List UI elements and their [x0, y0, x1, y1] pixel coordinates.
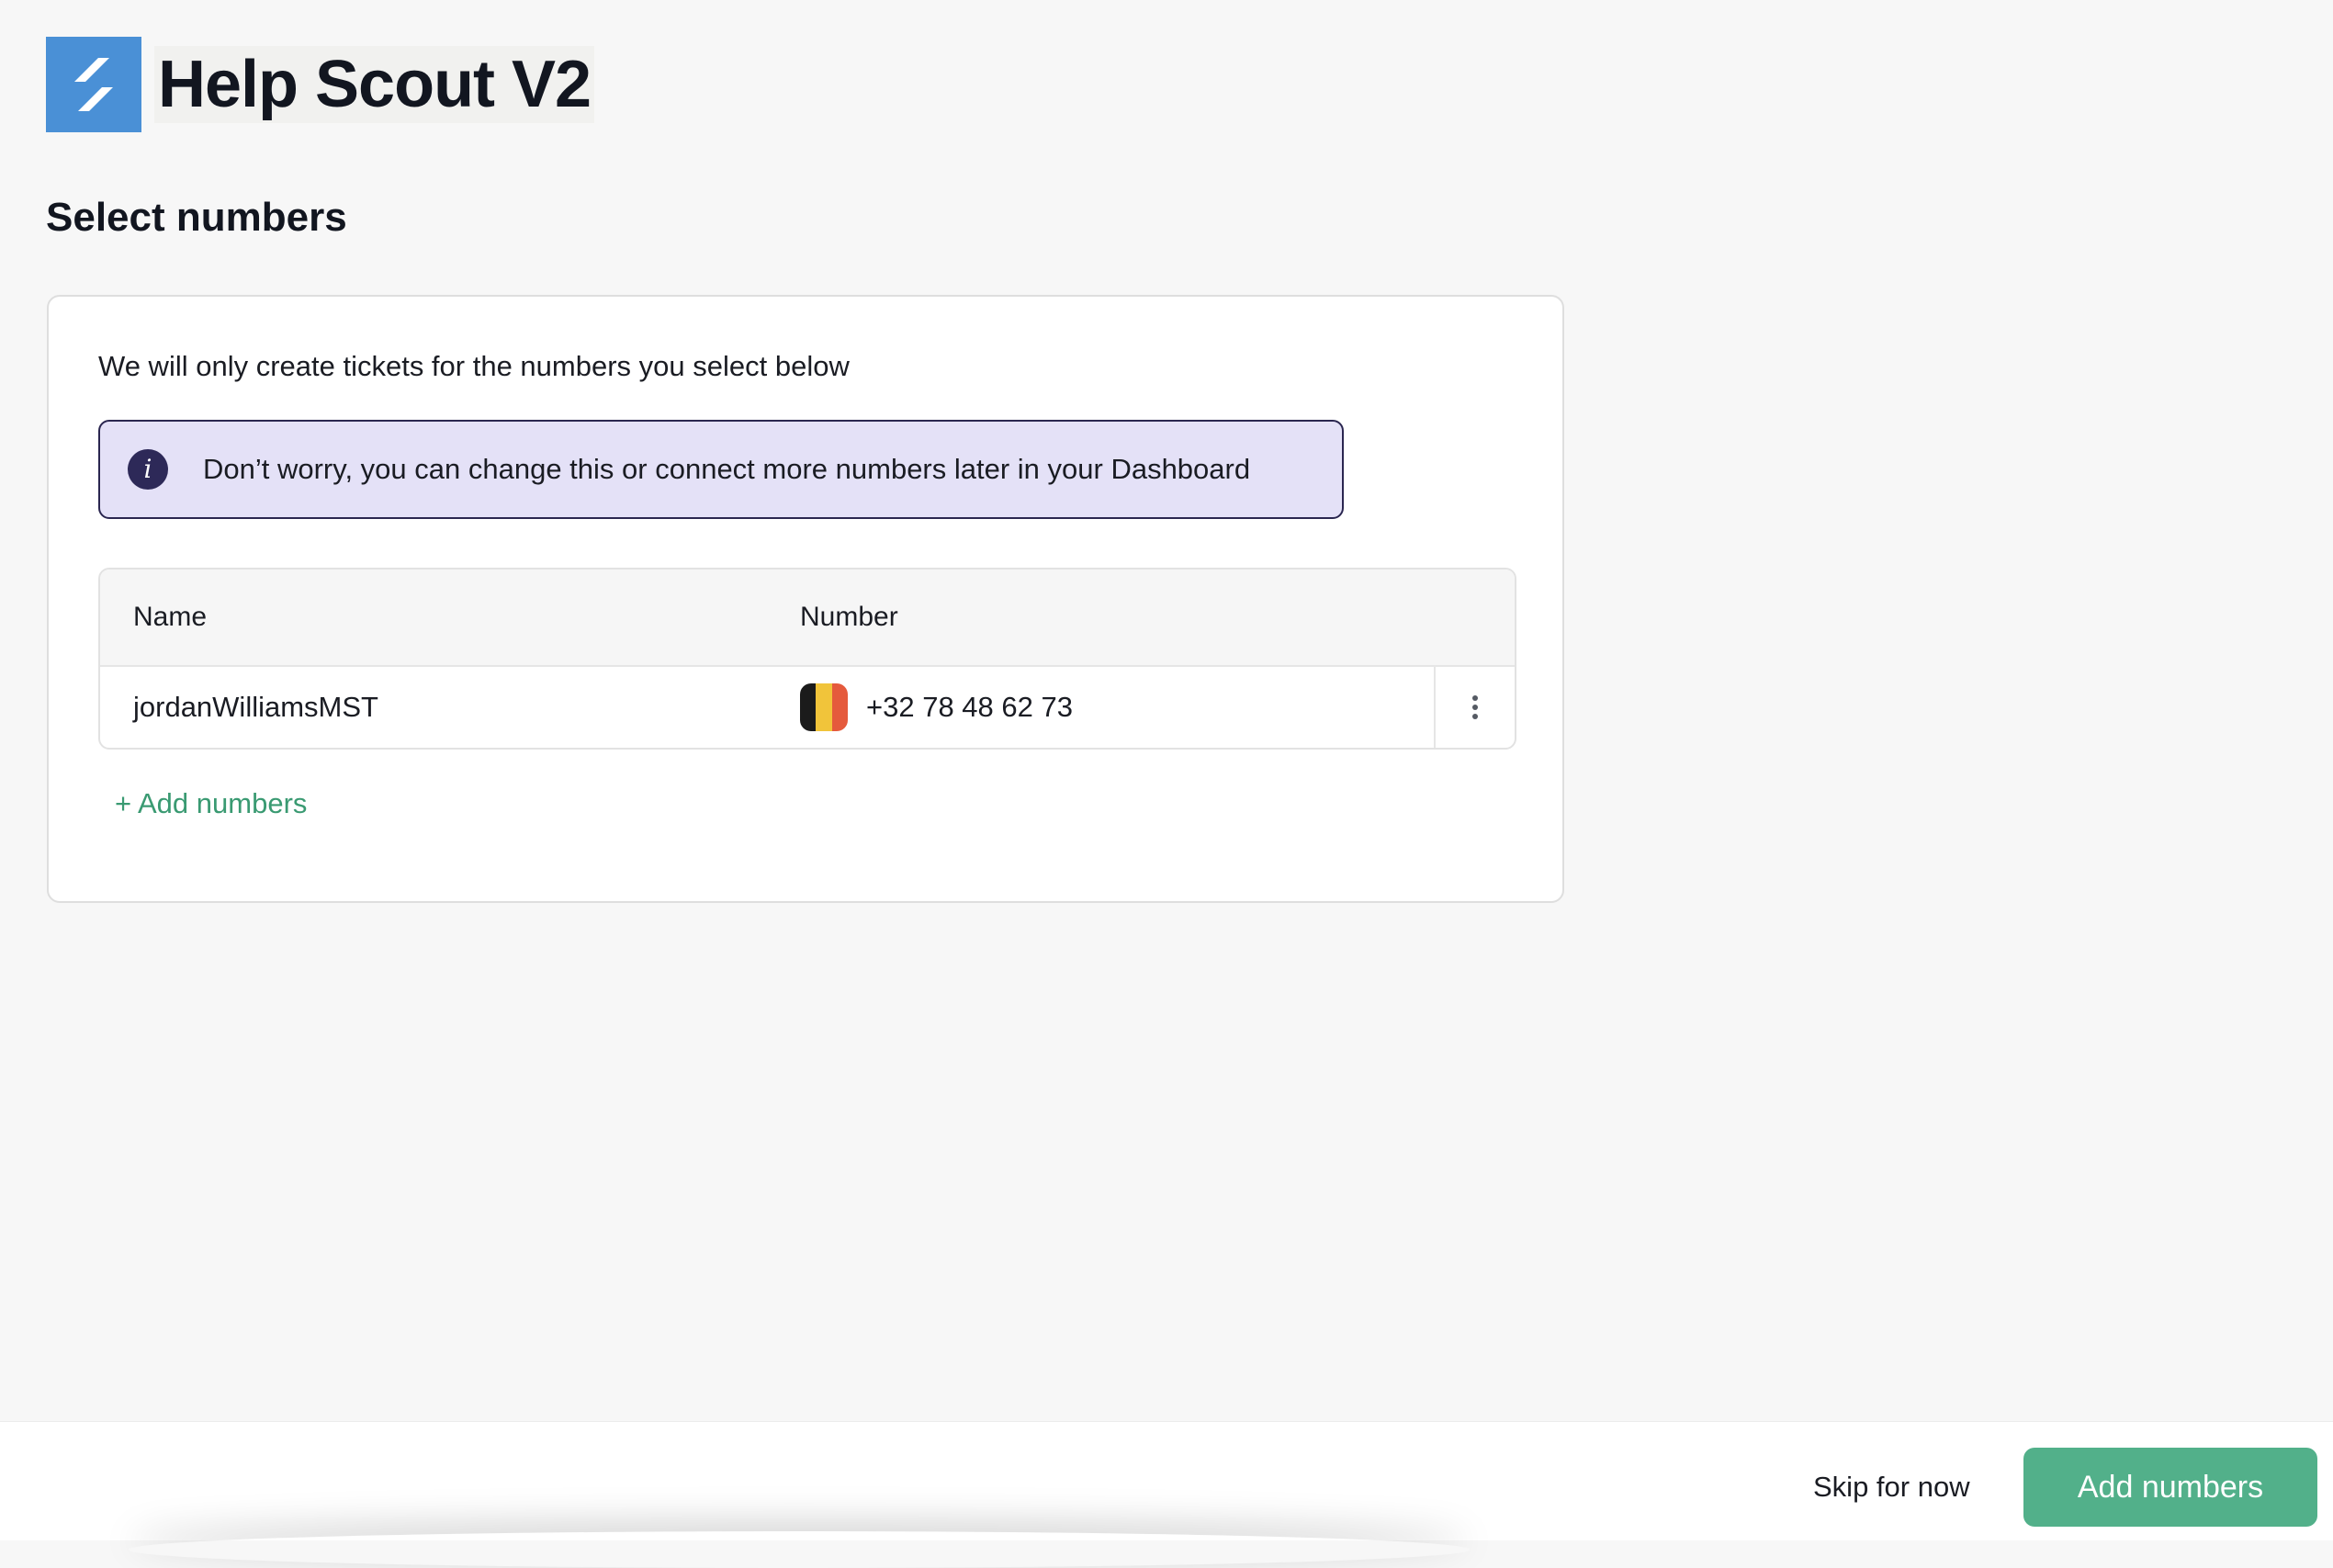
table-header: Name Number — [100, 570, 1515, 667]
column-header-name: Name — [133, 602, 208, 632]
row-number: +32 78 48 62 73 — [866, 691, 1073, 723]
page-title: Select numbers — [46, 195, 347, 240]
add-numbers-button[interactable]: Add numbers — [2023, 1448, 2317, 1527]
row-name: jordanWilliamsMST — [133, 691, 378, 723]
app-title: Help Scout V2 — [154, 46, 595, 123]
info-banner-text: Don’t worry, you can change this or conn… — [203, 453, 1251, 485]
footer-bar: Skip for now Add numbers — [0, 1421, 2333, 1540]
add-numbers-link[interactable]: + Add numbers — [115, 787, 307, 820]
select-numbers-card: We will only create tickets for the numb… — [47, 295, 1564, 903]
help-scout-logo-icon — [46, 37, 141, 132]
brand-header: Help Scout V2 — [46, 37, 595, 132]
belgium-flag-icon — [800, 683, 848, 731]
numbers-table: Name Number jordanWilliamsMST +32 78 48 … — [98, 568, 1516, 750]
more-vertical-icon[interactable] — [1434, 667, 1515, 748]
row-number-cell: +32 78 48 62 73 — [800, 667, 1073, 748]
column-header-number: Number — [800, 602, 898, 632]
info-banner: i Don’t worry, you can change this or co… — [98, 420, 1344, 519]
footer-shadow — [129, 1531, 1470, 1568]
table-row[interactable]: jordanWilliamsMST +32 78 48 62 73 — [100, 667, 1515, 748]
card-description: We will only create tickets for the numb… — [98, 350, 850, 382]
skip-for-now-button[interactable]: Skip for now — [1800, 1448, 1983, 1527]
info-icon: i — [128, 449, 168, 490]
